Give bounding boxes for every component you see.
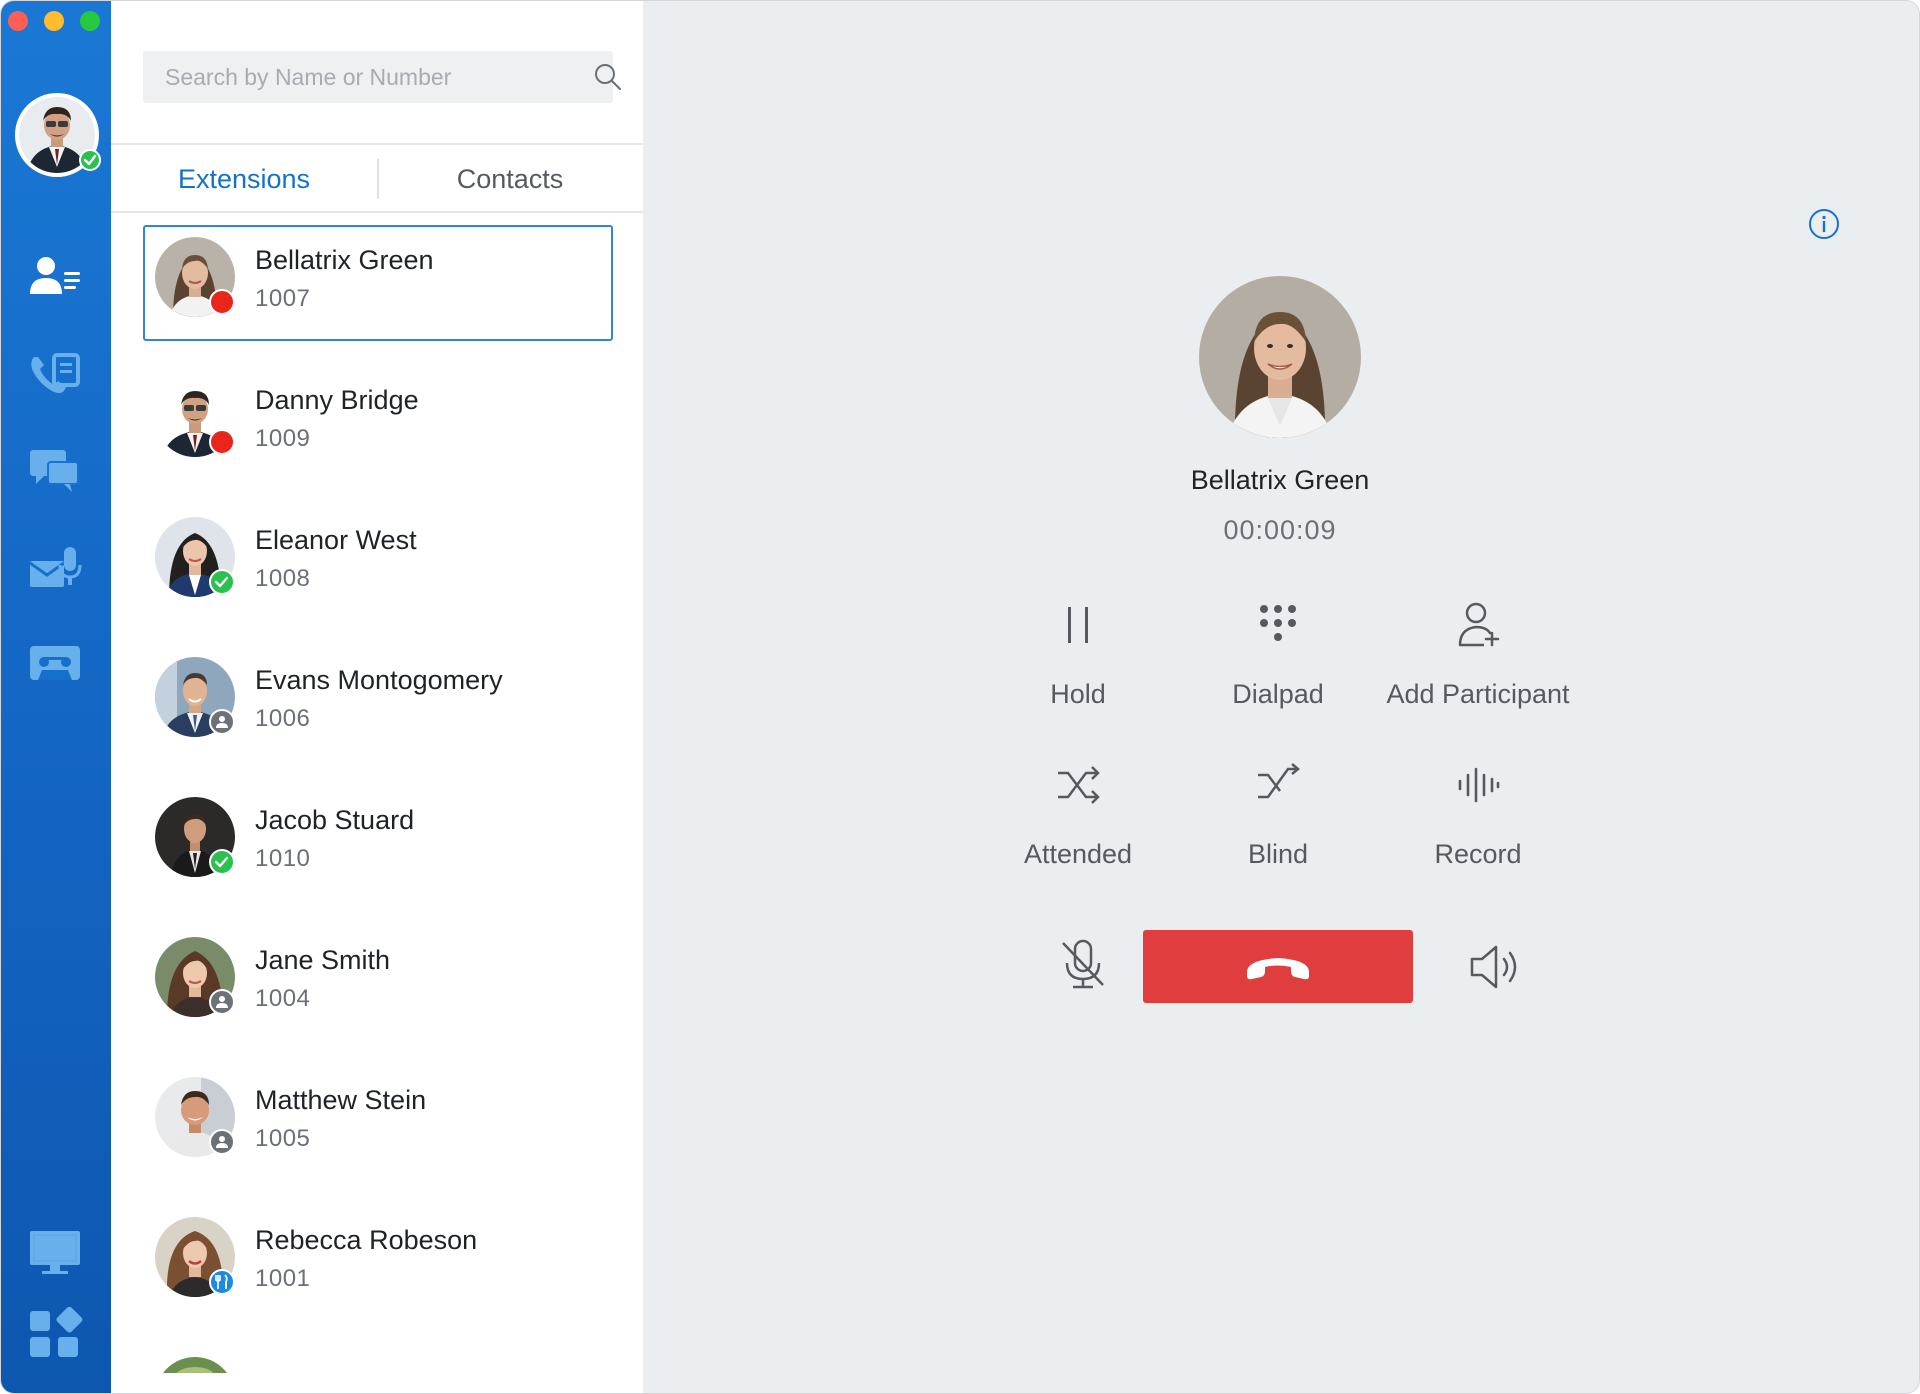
attended-transfer-icon <box>1054 761 1102 809</box>
contact-extension: 1010 <box>255 845 311 872</box>
contact-item[interactable]: Eleanor West 1008 <box>143 505 613 621</box>
speaker-icon[interactable] <box>1466 939 1524 995</box>
search-input[interactable] <box>143 51 543 103</box>
hold-button[interactable]: Hold <box>978 601 1178 731</box>
dialpad-label: Dialpad <box>1232 679 1324 709</box>
app-window: Extensions Contacts Bellatrix Green 1007 <box>0 0 1920 1394</box>
tab-contacts[interactable]: Contacts <box>377 151 643 207</box>
chat-icon[interactable] <box>28 448 84 494</box>
contact-name: Eleanor West <box>255 525 417 555</box>
call-log-icon[interactable] <box>28 351 84 397</box>
voicemail-icon[interactable] <box>28 545 84 591</box>
my-status-badge <box>79 149 101 171</box>
contact-item[interactable]: Evans Montogomery 1006 <box>143 645 613 761</box>
contact-name: Rebecca Robeson <box>255 1225 478 1255</box>
status-online-badge <box>209 849 235 875</box>
call-timer: 00:00:09 <box>1223 515 1337 545</box>
contact-item[interactable]: Jacob Stuard 1010 <box>143 785 613 901</box>
hang-up-icon <box>1247 958 1309 980</box>
extensions-panel: Extensions Contacts Bellatrix Green 1007 <box>111 1 643 1393</box>
status-offline-badge <box>209 1129 235 1155</box>
contact-extension: 1006 <box>255 705 311 732</box>
microphone-mute-icon[interactable] <box>1055 937 1111 993</box>
contact-name: Jane Smith <box>255 945 391 975</box>
contact-name: Danny Bridge <box>255 385 419 415</box>
contacts-icon[interactable] <box>28 254 84 300</box>
dialpad-button[interactable]: Dialpad <box>1178 601 1378 731</box>
contact-name: Evans Montogomery <box>255 665 503 695</box>
maximize-window-button[interactable] <box>80 11 100 31</box>
add-participant-button[interactable]: Add Participant <box>1378 601 1578 731</box>
contact-extension: 1007 <box>255 285 311 312</box>
monitor-icon[interactable] <box>28 1229 84 1275</box>
avatar <box>155 1357 235 1373</box>
hang-up-button[interactable] <box>1143 930 1413 1003</box>
contact-item[interactable]: Rebecca Robeson 1001 <box>143 1205 613 1321</box>
close-window-button[interactable] <box>8 11 28 31</box>
contact-extension: 1008 <box>255 565 311 592</box>
record-icon <box>1454 761 1502 809</box>
blind-transfer-button[interactable]: Blind <box>1178 761 1378 891</box>
status-offline-badge <box>209 989 235 1015</box>
contact-item[interactable]: Jane Smith 1004 <box>143 925 613 1041</box>
caller-avatar <box>1199 276 1361 438</box>
status-meal-badge <box>209 1269 235 1295</box>
blind-transfer-icon <box>1254 761 1302 809</box>
hold-label: Hold <box>1050 679 1106 709</box>
recording-icon[interactable] <box>28 642 84 688</box>
search-box <box>143 51 621 103</box>
tab-extensions[interactable]: Extensions <box>111 151 377 207</box>
search-icon[interactable] <box>593 62 623 92</box>
contact-extension: 1004 <box>255 985 311 1012</box>
contact-name: Jacob Stuard <box>255 805 415 835</box>
record-button[interactable]: Record <box>1378 761 1578 891</box>
pause-icon <box>1054 601 1102 649</box>
status-offline-badge <box>209 709 235 735</box>
contact-name: Matthew Stein <box>255 1085 427 1115</box>
apps-grid-icon[interactable] <box>28 1307 84 1363</box>
active-call-panel: Bellatrix Green 00:00:09 Hold Dialpad Ad… <box>643 1 1919 1393</box>
divider <box>111 143 643 145</box>
add-participant-icon <box>1454 601 1502 649</box>
contact-item[interactable]: Danny Bridge 1009 <box>143 365 613 481</box>
contact-name: Bellatrix Green <box>255 245 434 275</box>
contact-extension: 1001 <box>255 1265 311 1292</box>
attended-transfer-button[interactable]: Attended <box>978 761 1178 891</box>
record-label: Record <box>1434 839 1522 869</box>
contact-extension: 1005 <box>255 1125 311 1152</box>
dialpad-icon <box>1254 601 1302 649</box>
attended-label: Attended <box>1023 839 1133 869</box>
info-icon[interactable] <box>1807 207 1841 241</box>
contact-item[interactable]: Bellatrix Green 1007 <box>143 225 613 341</box>
contact-item[interactable]: Matthew Stein 1005 <box>143 1065 613 1181</box>
contact-extension: 1009 <box>255 425 311 452</box>
status-busy-badge <box>209 289 235 315</box>
side-nav <box>1 1 111 1393</box>
status-busy-badge <box>209 429 235 455</box>
status-online-badge <box>209 569 235 595</box>
divider <box>111 211 643 213</box>
caller-name: Bellatrix Green <box>1190 465 1370 495</box>
add-participant-label: Add Participant <box>1386 679 1570 709</box>
blind-label: Blind <box>1247 839 1309 869</box>
minimize-window-button[interactable] <box>44 11 64 31</box>
